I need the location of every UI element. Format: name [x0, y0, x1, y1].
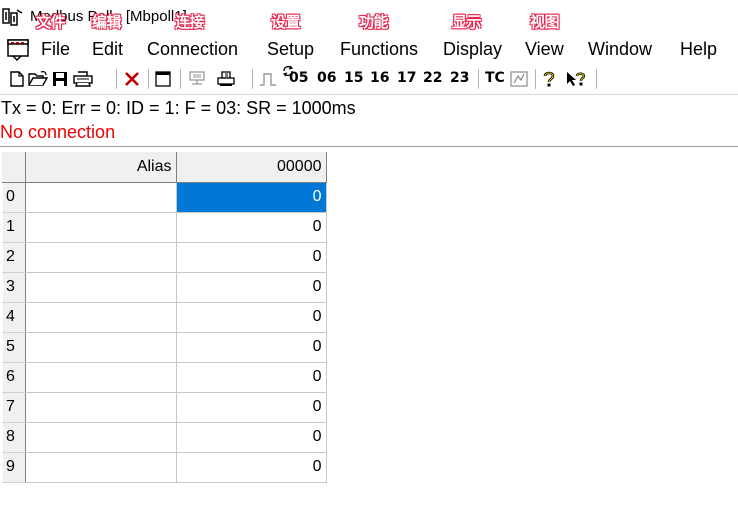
table-row: 3 0 [2, 272, 327, 303]
modbus-poll-app-icon [2, 8, 23, 26]
table-row: 9 0 [2, 452, 327, 483]
toolbar-separator [252, 69, 253, 89]
function-code-06-button[interactable]: 06 [317, 70, 336, 86]
alias-cell[interactable] [25, 362, 177, 393]
document-window-icon[interactable] [7, 38, 31, 62]
alias-cell[interactable] [25, 242, 177, 273]
alias-cell[interactable] [25, 182, 177, 213]
function-code-15-button[interactable]: 15 [344, 70, 363, 86]
address-column-header[interactable]: 00000 [176, 152, 327, 183]
value-cell[interactable]: 0 [176, 302, 327, 333]
delete-icon[interactable] [122, 68, 142, 90]
menu-connection[interactable]: Connection [147, 39, 238, 60]
menu-bar: File Edit Connection Setup Functions Dis… [0, 36, 738, 64]
window-icon[interactable] [153, 68, 173, 90]
toolbar: 05 06 15 16 17 22 23 TC [0, 64, 738, 95]
toolbar-separator [148, 69, 149, 89]
row-index[interactable]: 9 [2, 452, 26, 483]
function-code-05-button[interactable]: 05 [289, 70, 308, 86]
connection-status: No connection [0, 122, 116, 142]
table-row: 4 0 [2, 302, 327, 333]
annotation-file: 文件 [36, 14, 66, 31]
menu-file[interactable]: File [41, 39, 70, 60]
alias-cell[interactable] [25, 302, 177, 333]
menu-help[interactable]: Help [680, 39, 717, 60]
value-cell[interactable]: 0 [176, 392, 327, 423]
value-cell[interactable]: 0 [176, 452, 327, 483]
row-index[interactable]: 5 [2, 332, 26, 363]
value-cell-selected[interactable]: 0 [176, 182, 327, 213]
annotation-connection: 连接 [175, 14, 205, 31]
status-summary: Tx = 0: Err = 0: ID = 1: F = 03: SR = 10… [1, 98, 356, 118]
save-icon[interactable] [51, 68, 69, 90]
annotation-setup: 设置 [271, 14, 301, 31]
row-index[interactable]: 3 [2, 272, 26, 303]
menu-window[interactable]: Window [588, 39, 652, 60]
table-row: 5 0 [2, 332, 327, 363]
toolbar-separator [116, 69, 117, 89]
annotation-functions: 功能 [359, 14, 389, 31]
alias-cell[interactable] [25, 272, 177, 303]
menu-setup[interactable]: Setup [267, 39, 314, 60]
function-code-22-button[interactable]: 22 [423, 70, 442, 86]
row-index[interactable]: 6 [2, 362, 26, 393]
alias-cell[interactable] [25, 452, 177, 483]
annotation-display: 显示 [452, 14, 482, 31]
annotation-edit: 编辑 [92, 14, 122, 31]
pulse-icon[interactable] [258, 68, 278, 90]
alias-cell[interactable] [25, 422, 177, 453]
register-table: Alias 00000 0 0 1 0 2 0 3 0 4 0 5 0 6 0 … [2, 152, 327, 483]
value-cell[interactable]: 0 [176, 422, 327, 453]
print-icon[interactable] [72, 68, 94, 90]
menu-view[interactable]: View [525, 39, 564, 60]
table-row: 1 0 [2, 212, 327, 243]
row-index[interactable]: 1 [2, 212, 26, 243]
alias-cell[interactable] [25, 332, 177, 363]
table-row: 7 0 [2, 392, 327, 423]
open-icon[interactable] [27, 68, 49, 90]
tc-button[interactable]: TC [485, 70, 505, 86]
alias-cell[interactable] [25, 392, 177, 423]
value-cell[interactable]: 0 [176, 242, 327, 273]
help-icon[interactable] [540, 68, 558, 90]
function-code-16-button[interactable]: 16 [370, 70, 389, 86]
row-index[interactable]: 8 [2, 422, 26, 453]
context-help-icon[interactable] [565, 68, 587, 90]
comm-traffic-icon[interactable] [508, 68, 530, 90]
alias-cell[interactable] [25, 212, 177, 243]
toolbar-separator [596, 69, 597, 89]
row-index[interactable]: 0 [2, 182, 26, 213]
value-cell[interactable]: 0 [176, 332, 327, 363]
toolbar-separator [535, 69, 536, 89]
table-row: 6 0 [2, 362, 327, 393]
function-code-23-button[interactable]: 23 [450, 70, 469, 86]
value-cell[interactable]: 0 [176, 362, 327, 393]
row-index[interactable]: 7 [2, 392, 26, 423]
connect-icon[interactable] [186, 68, 208, 90]
grid-corner[interactable] [2, 152, 26, 183]
function-code-17-button[interactable]: 17 [397, 70, 416, 86]
value-cell[interactable]: 0 [176, 212, 327, 243]
data-grid-area: Alias 00000 0 0 1 0 2 0 3 0 4 0 5 0 6 0 … [0, 146, 738, 521]
new-icon[interactable] [8, 68, 26, 90]
menu-edit[interactable]: Edit [92, 39, 123, 60]
table-row: 2 0 [2, 242, 327, 273]
table-header-row: Alias 00000 [2, 152, 327, 183]
menu-display[interactable]: Display [443, 39, 502, 60]
alias-column-header[interactable]: Alias [25, 152, 177, 183]
toolbar-separator [478, 69, 479, 89]
menu-functions[interactable]: Functions [340, 39, 418, 60]
table-row: 0 0 [2, 182, 327, 213]
row-index[interactable]: 2 [2, 242, 26, 273]
value-cell[interactable]: 0 [176, 272, 327, 303]
toolbar-separator [180, 69, 181, 89]
table-row: 8 0 [2, 422, 327, 453]
row-index[interactable]: 4 [2, 302, 26, 333]
annotation-view: 视图 [530, 14, 560, 31]
read-icon[interactable] [215, 68, 237, 90]
